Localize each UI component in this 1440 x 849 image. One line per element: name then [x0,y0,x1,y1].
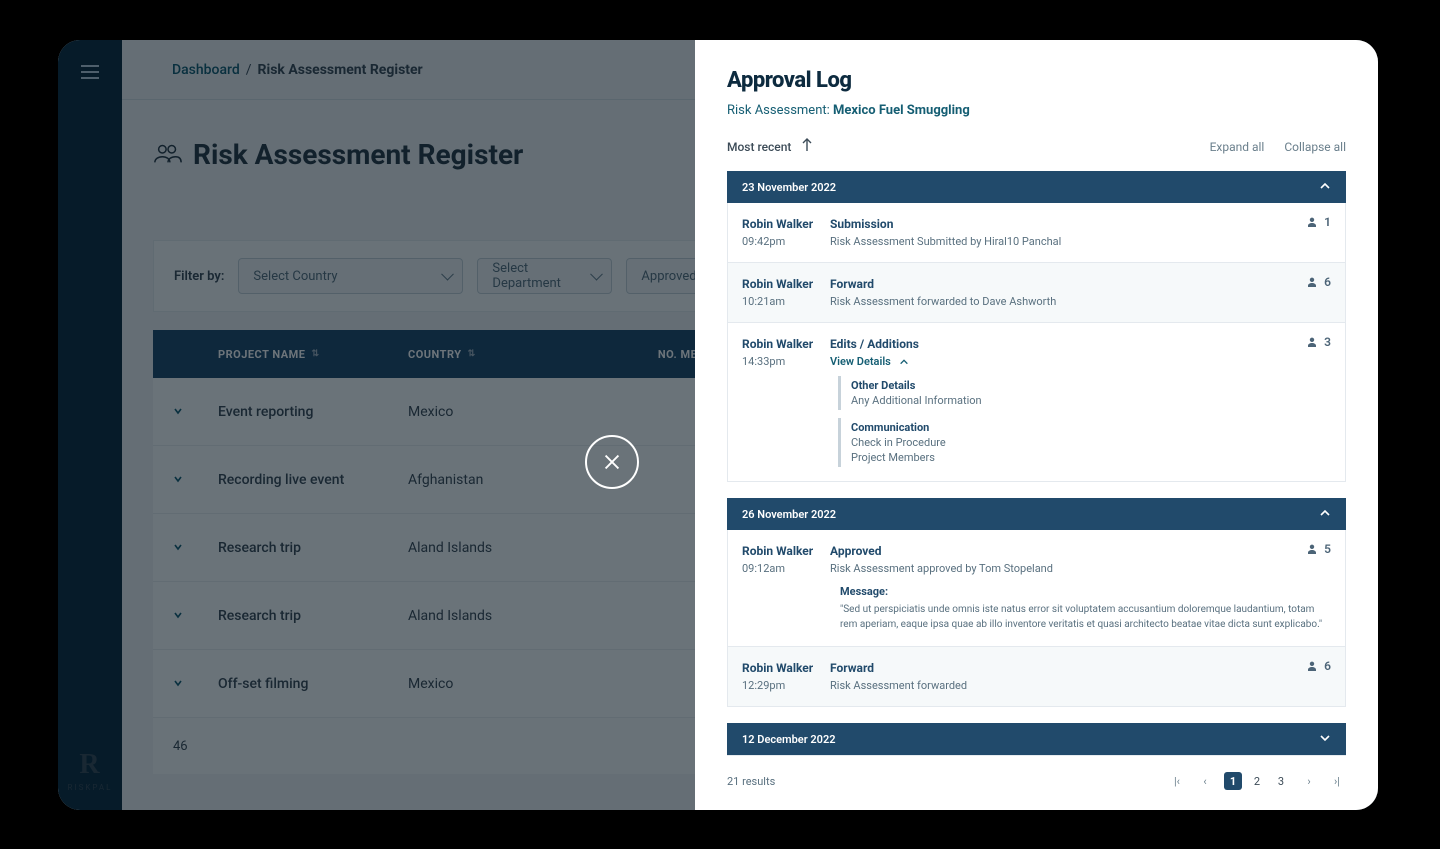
people-icon [153,141,183,169]
log-who: Robin Walker12:29pm [742,661,830,692]
filter-label: Filter by: [174,269,224,284]
log-item: Robin Walker12:29pmForwardRisk Assessmen… [727,647,1346,707]
log-date-header[interactable]: 26 November 2022 [727,498,1346,530]
cell-project: Event reporting [218,404,408,420]
th-project-name[interactable]: PROJECT NAME⇅ [218,348,408,361]
log-item: Robin Walker09:12amApprovedRisk Assessme… [727,530,1346,647]
table-total-count: 46 [173,739,188,754]
cell-country: Mexico [408,404,598,420]
log-item: Robin Walker10:21amForwardRisk Assessmen… [727,263,1346,323]
drawer-toolbar: Most recent Expand all Collapse all [727,138,1346,155]
sort-icon: ⇅ [311,349,317,359]
log-date-header[interactable]: 23 November 2022 [727,171,1346,203]
chevron-down-icon [1319,732,1331,747]
arrow-up-icon [801,138,813,155]
filter-select-country[interactable]: Select Country [238,258,463,294]
pager-last[interactable]: ›| [1328,775,1346,788]
results-count: 21 results [727,775,775,788]
log-what: SubmissionRisk Assessment Submitted by H… [830,217,1331,248]
cell-country: Aland Islands [408,540,598,556]
th-country[interactable]: COUNTRY⇅ [408,348,598,361]
pager-page-3[interactable]: 3 [1272,772,1290,790]
pager: |‹ ‹ 123 › ›| [1168,772,1346,790]
log-section: 12 December 2022 [727,723,1346,755]
sidebar: R RISKPAL [58,40,122,810]
chevron-up-icon [1319,180,1331,195]
row-expand-toggle[interactable] [173,540,218,556]
detail-block: Other DetailsAny Additional Information [838,376,1331,410]
cell-project: Off-set filming [218,676,408,692]
participant-count: 6 [1306,275,1331,289]
breadcrumb-separator: / [246,62,252,78]
brand-logo: R RISKPAL [68,749,113,792]
cell-project: Recording live event [218,472,408,488]
log-who: Robin Walker09:42pm [742,217,830,248]
approval-log-drawer: Approval Log Risk Assessment: Mexico Fue… [695,40,1378,810]
log-item: Robin Walker09:42pmSubmissionRisk Assess… [727,203,1346,263]
sort-icon: ⇅ [468,349,474,359]
chevron-up-icon [1319,507,1331,522]
participant-count: 1 [1306,215,1331,229]
breadcrumb-current: Risk Assessment Register [258,62,423,78]
log-what: ApprovedRisk Assessment approved by Tom … [830,544,1331,632]
pager-page-2[interactable]: 2 [1248,772,1266,790]
collapse-all-button[interactable]: Collapse all [1284,140,1346,154]
log-who: Robin Walker10:21am [742,277,830,308]
cell-project: Research trip [218,540,408,556]
expand-all-button[interactable]: Expand all [1210,140,1265,154]
logo-text: RISKPAL [68,783,113,792]
sort-toggle[interactable]: Most recent [727,138,813,155]
log-section: 26 November 2022Robin Walker09:12amAppro… [727,498,1346,707]
log-what: ForwardRisk Assessment forwarded [830,661,1331,692]
participant-count: 3 [1306,335,1331,349]
cell-country: Afghanistan [408,472,598,488]
log-date-header[interactable]: 12 December 2022 [727,723,1346,755]
participant-count: 5 [1306,542,1331,556]
pager-first[interactable]: |‹ [1168,775,1186,788]
cell-project: Research trip [218,608,408,624]
menu-toggle[interactable] [78,60,102,84]
logo-mark: R [79,749,100,781]
log-what: ForwardRisk Assessment forwarded to Dave… [830,277,1331,308]
row-expand-toggle[interactable] [173,472,218,488]
log-who: Robin Walker09:12am [742,544,830,632]
page-title-wrap: Risk Assessment Register [153,138,523,171]
drawer-footer: 21 results |‹ ‹ 123 › ›| [727,755,1346,790]
pager-page-1[interactable]: 1 [1224,772,1242,790]
row-expand-toggle[interactable] [173,676,218,692]
cell-country: Mexico [408,676,598,692]
page-title: Risk Assessment Register [193,138,523,171]
drawer-title: Approval Log [727,68,1346,93]
participant-count: 6 [1306,659,1331,673]
pager-prev[interactable]: ‹ [1196,775,1214,788]
breadcrumb-dashboard-link[interactable]: Dashboard [172,62,240,78]
filter-select-department[interactable]: Select Department [477,258,612,294]
pager-next[interactable]: › [1300,775,1318,788]
drawer-subtitle: Risk Assessment: Mexico Fuel Smuggling [727,103,1346,118]
log-item: Robin Walker14:33pmEdits / AdditionsView… [727,323,1346,482]
message-block: Message:"Sed ut perspiciatis unde omnis … [830,581,1331,632]
close-drawer-button[interactable] [585,435,639,489]
log-what: Edits / AdditionsView Details Other Deta… [830,337,1331,467]
detail-block: CommunicationCheck in ProcedureProject M… [838,418,1331,467]
row-expand-toggle[interactable] [173,608,218,624]
log-who: Robin Walker14:33pm [742,337,830,467]
cell-country: Aland Islands [408,608,598,624]
view-details-toggle[interactable]: View Details [830,355,1331,368]
row-expand-toggle[interactable] [173,404,218,420]
log-section: 23 November 2022Robin Walker09:42pmSubmi… [727,171,1346,482]
